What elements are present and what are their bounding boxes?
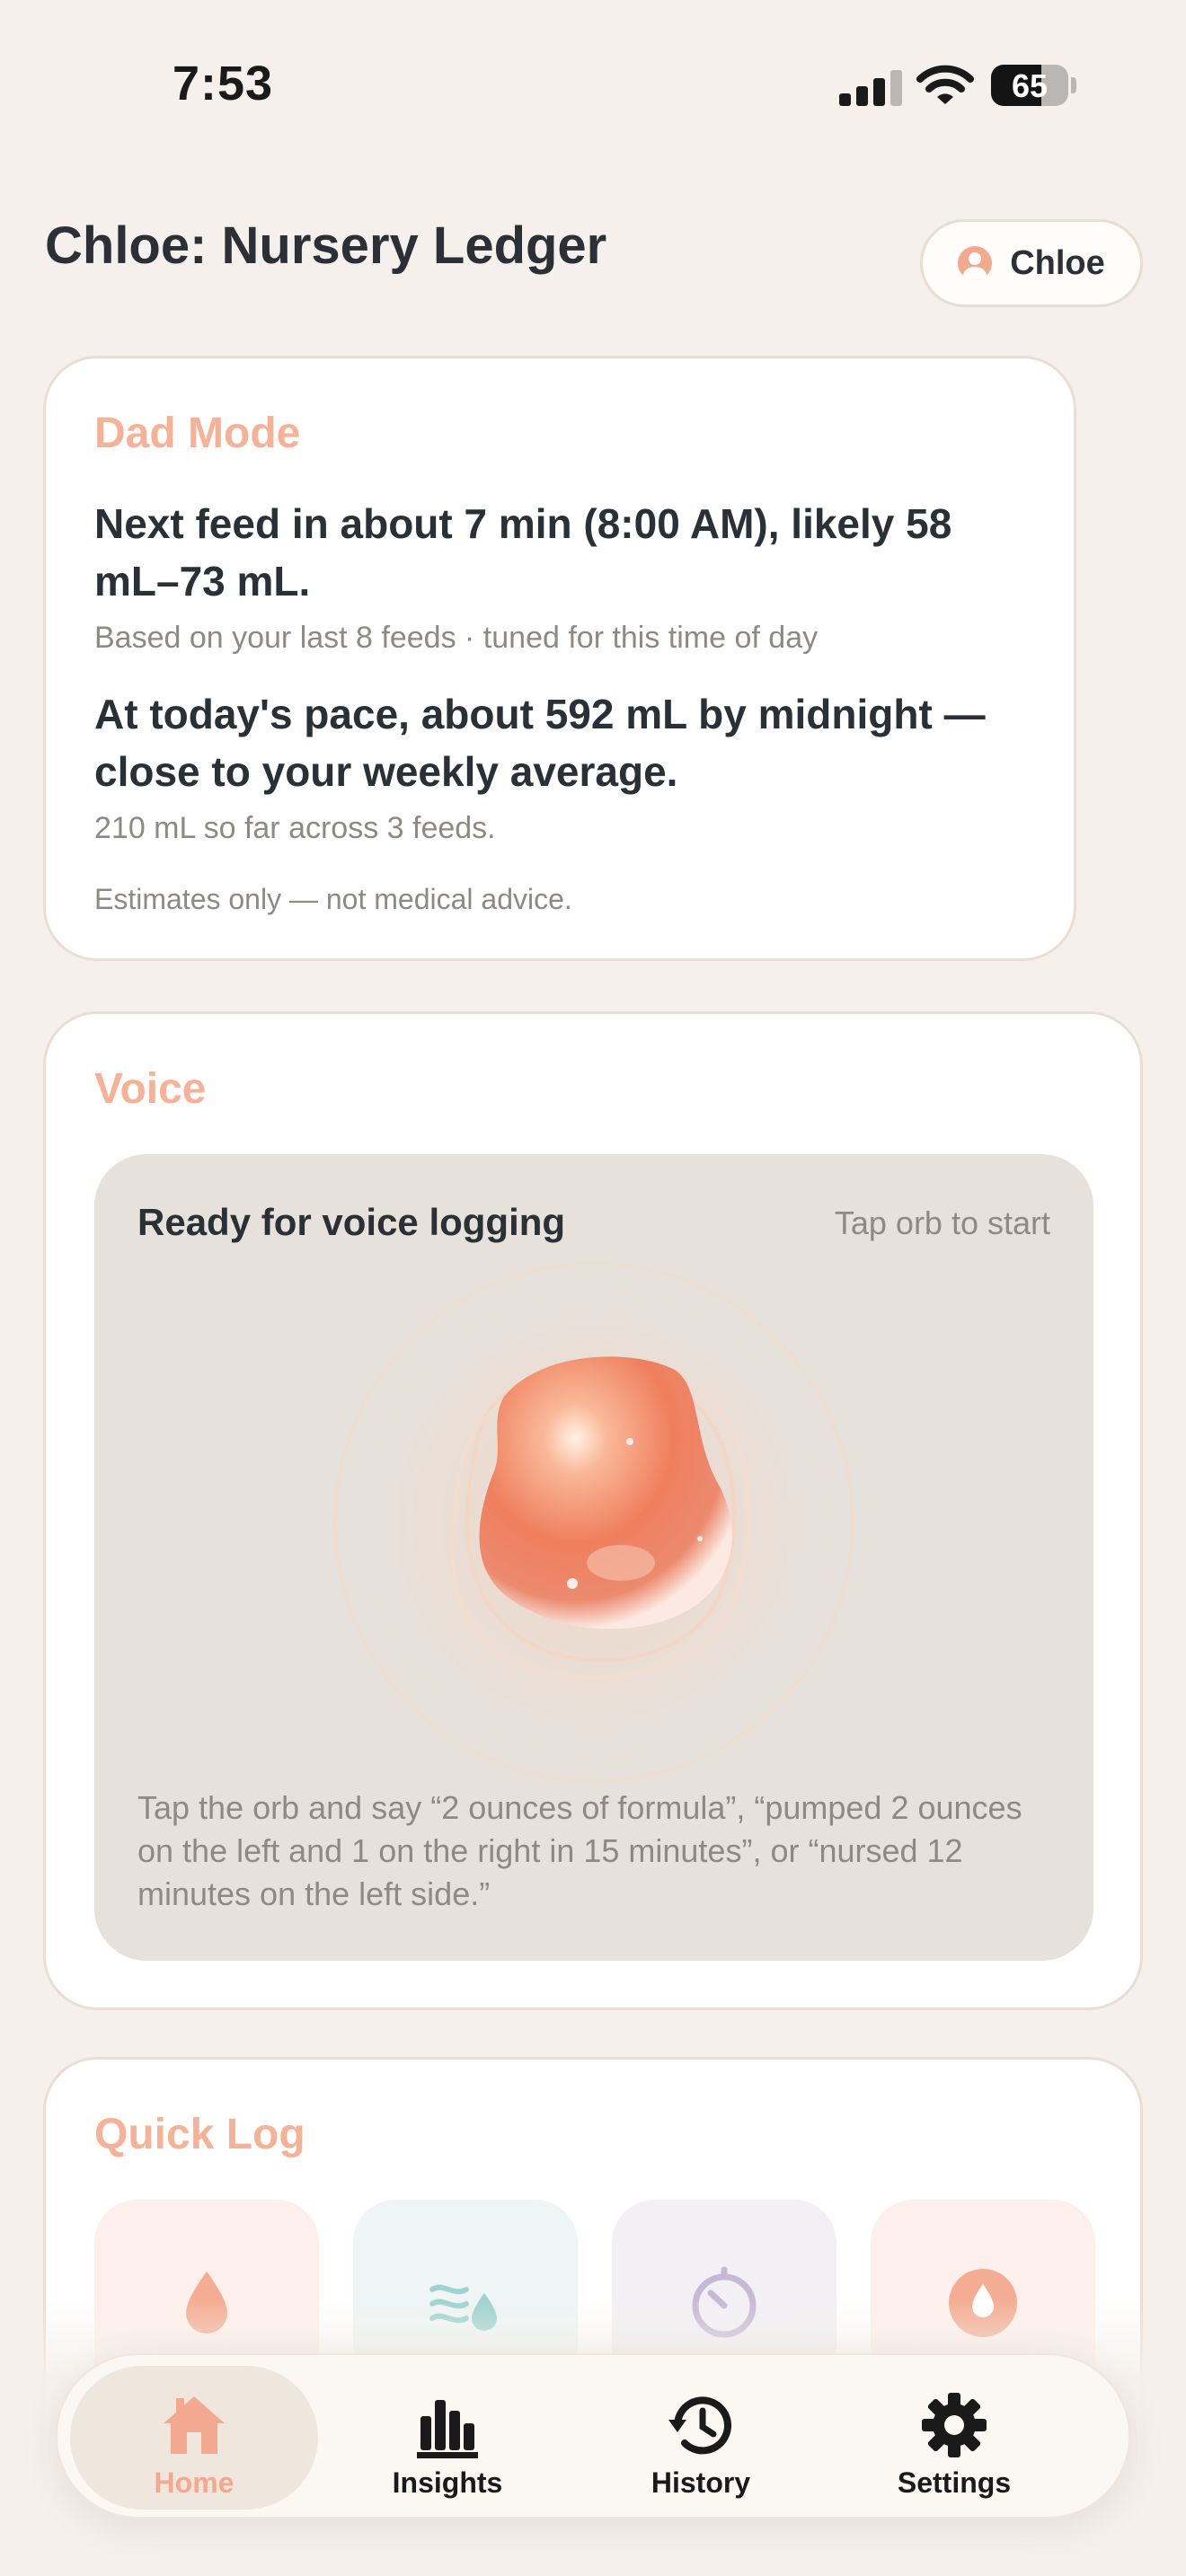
voice-orb-button[interactable]: [324, 1253, 863, 1792]
gear-icon: [922, 2393, 987, 2457]
tab-insights-label: Insights: [392, 2466, 503, 2499]
battery-tip: [1071, 77, 1076, 93]
battery-level: 65: [1011, 67, 1049, 104]
cellular-signal-icon: [839, 68, 902, 106]
tab-history-label: History: [651, 2466, 751, 2499]
dad-mode-card: Dad Mode Next feed in about 7 min (8:00 …: [43, 356, 1076, 961]
tab-home-label: Home: [154, 2466, 235, 2499]
bar-chart-icon: [417, 2400, 478, 2458]
profile-button-label: Chloe: [1010, 243, 1105, 282]
daily-pace-projection: At today's pace, about 592 mL by midnigh…: [94, 691, 986, 795]
next-feed-prediction: Next feed in about 7 min (8:00 AM), like…: [94, 500, 952, 604]
tab-settings-label: Settings: [897, 2466, 1012, 2499]
tab-settings[interactable]: Settings: [830, 2366, 1078, 2510]
voice-panel: Ready for voice logging Tap orb to start: [94, 1154, 1093, 1961]
person-circle-icon: [958, 246, 993, 280]
medical-disclaimer: Estimates only — not medical advice.: [94, 883, 572, 915]
next-feed-basis: Based on your last 8 feeds · tuned for t…: [94, 621, 819, 655]
battery-icon: 65: [991, 65, 1068, 106]
tab-insights[interactable]: Insights: [323, 2366, 571, 2510]
house-icon: [164, 2396, 225, 2454]
status-time: 7:53: [173, 57, 274, 110]
tab-history[interactable]: History: [577, 2366, 825, 2510]
voice-status: Ready for voice logging: [137, 1201, 566, 1243]
voice-hint: Tap orb to start: [834, 1204, 1050, 1241]
status-bar: 7:53 65: [0, 0, 1186, 171]
wifi-icon: [916, 65, 974, 104]
voice-title: Voice: [94, 1065, 207, 1113]
quick-log-title: Quick Log: [94, 2111, 305, 2158]
voice-card: Voice Ready for voice logging Tap orb to…: [43, 1011, 1143, 2010]
tab-home[interactable]: Home: [70, 2366, 318, 2510]
dad-mode-title: Dad Mode: [94, 410, 301, 457]
daily-pace-detail: 210 mL so far across 3 feeds.: [94, 811, 496, 845]
tab-bar: Home Insights History Settings: [56, 2353, 1130, 2519]
history-clock-icon: [668, 2396, 731, 2455]
voice-instructions: Tap the orb and say “2 ounces of formula…: [137, 1789, 1022, 1912]
page-title: Chloe: Nursery Ledger: [45, 216, 607, 275]
profile-button[interactable]: Chloe: [920, 219, 1143, 307]
